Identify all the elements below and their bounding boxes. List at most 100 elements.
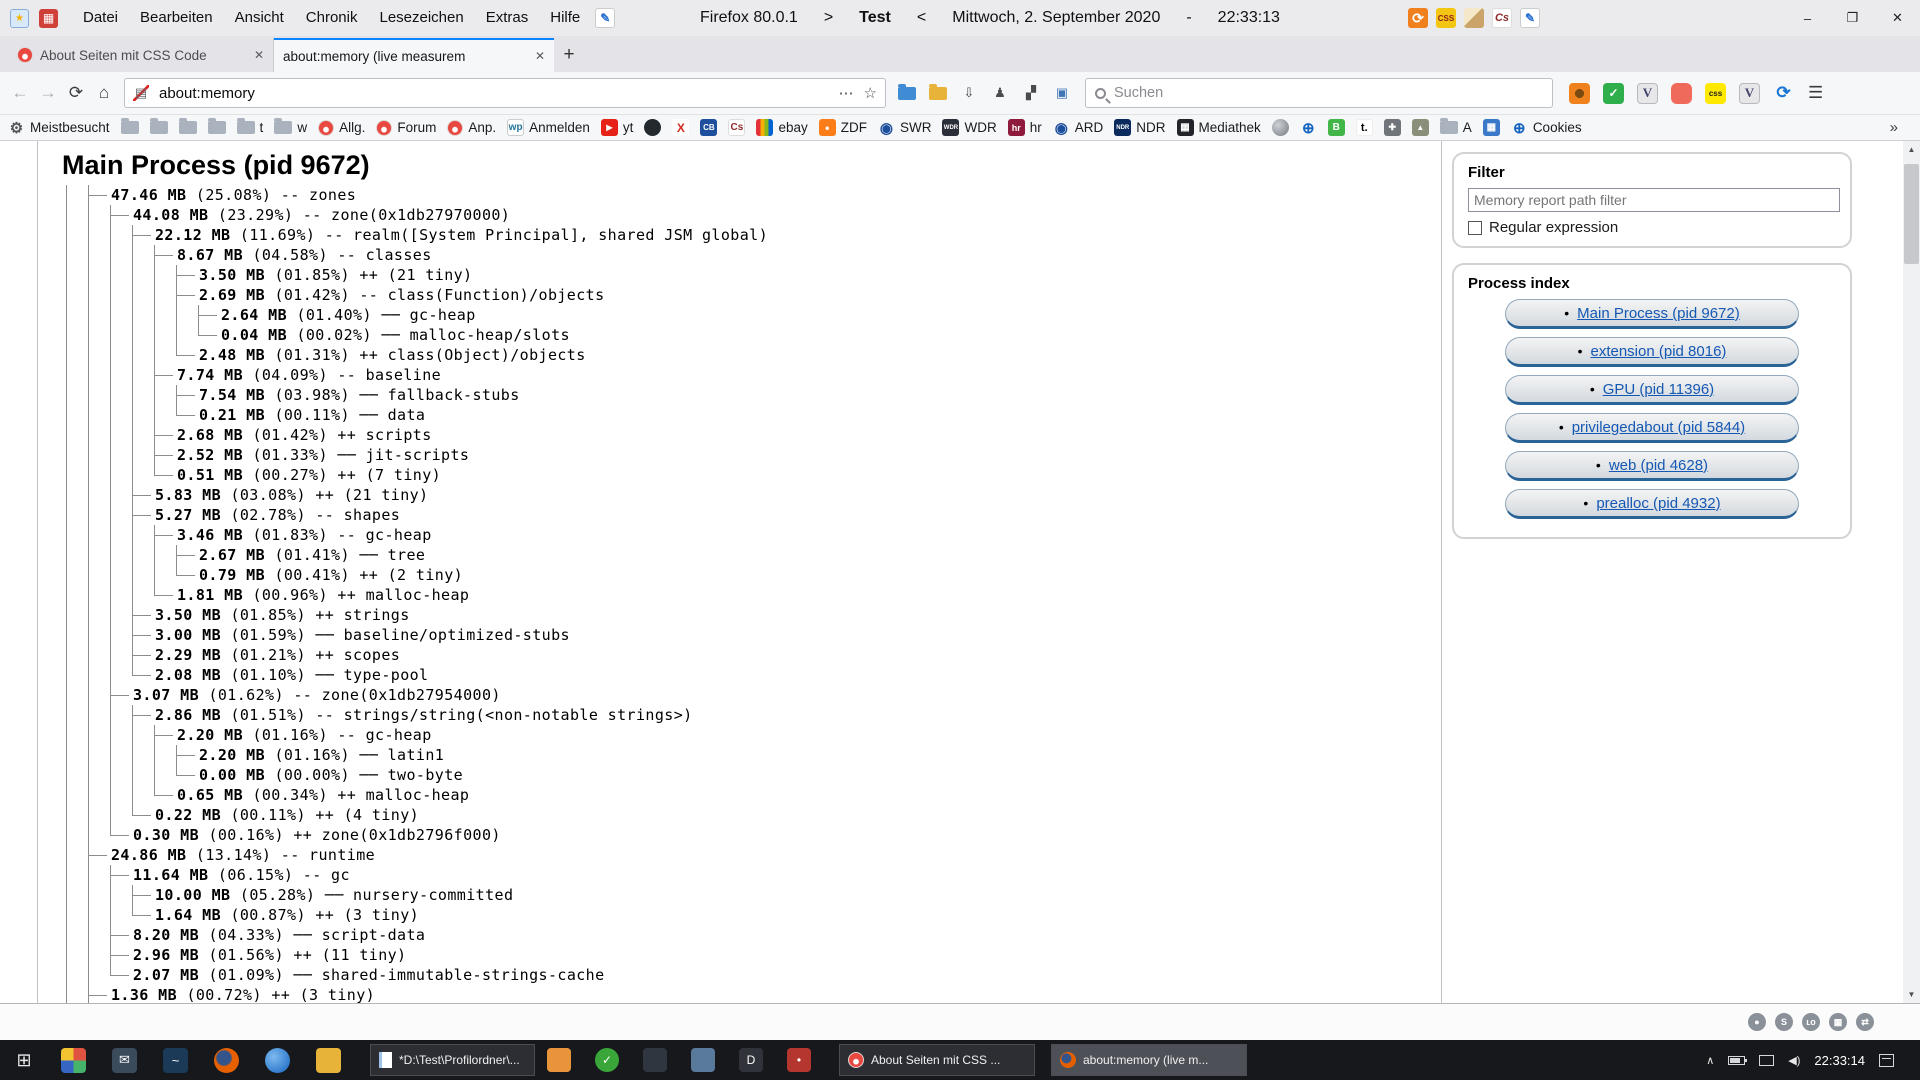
memory-tree-row[interactable]: 2.20 MB (01.16%) -- gc-heap (63, 725, 1441, 745)
bookmark-WDR[interactable]: WDRWDR (942, 119, 996, 136)
bookmark-colorzilla[interactable]: Cs (728, 119, 745, 136)
memory-tree-row[interactable]: 3.07 MB (01.62%) -- zone(0x1db27954000) (63, 685, 1441, 705)
bookmark-SWR[interactable]: ◉SWR (878, 119, 932, 136)
pink-icon[interactable] (1671, 83, 1692, 104)
page-scrollbar[interactable]: ▲ ▼ (1903, 141, 1920, 1003)
tab-close-icon[interactable]: ✕ (254, 48, 264, 62)
process-link[interactable]: privilegedabout (pid 5844) (1572, 419, 1745, 436)
bookmark-A[interactable]: A (1440, 120, 1472, 135)
bookmark-Meistbesucht[interactable]: ⚙Meistbesucht (8, 119, 110, 136)
restore-button[interactable]: ❐ (1830, 0, 1875, 36)
bookmark-table[interactable]: ▦ (1483, 119, 1500, 136)
bookmark-star-icon[interactable]: ☆ (864, 84, 877, 102)
bookmark-Cookies[interactable]: ⊕Cookies (1511, 119, 1582, 136)
memory-tree-row[interactable]: 22.12 MB (11.69%) -- realm([System Princ… (63, 225, 1441, 245)
search-bar[interactable]: Suchen (1085, 78, 1553, 108)
taskbar-clock[interactable]: 22:33:14 (1814, 1053, 1865, 1068)
lo-icon[interactable]: ʟᴏ (1802, 1013, 1820, 1031)
addon-icon[interactable]: ♟ (989, 82, 1011, 104)
memory-tree-row[interactable]: 0.30 MB (00.16%) ++ zone(0x1db2796f000) (63, 825, 1441, 845)
menu-datei[interactable]: Datei (72, 0, 129, 36)
memory-tree-row[interactable]: 0.51 MB (00.27%) ++ (7 tiny) (63, 465, 1441, 485)
bookmark-ARD[interactable]: ◉ARD (1053, 119, 1104, 136)
hidden-icons-chevron[interactable]: ∧ (1706, 1054, 1714, 1067)
resize-icon[interactable]: ⇄ (1856, 1013, 1874, 1031)
menu-ansicht[interactable]: Ansicht (224, 0, 295, 36)
steel-app-icon[interactable] (691, 1048, 715, 1072)
blue-sphere-icon[interactable] (265, 1048, 290, 1073)
battery-icon[interactable] (1728, 1056, 1745, 1065)
scroll-down-icon[interactable]: ▼ (1903, 986, 1920, 1003)
memory-tree-row[interactable]: 2.69 MB (01.42%) -- class(Function)/obje… (63, 285, 1441, 305)
process-link[interactable]: extension (pid 8016) (1590, 343, 1726, 360)
menu-bearbeiten[interactable]: Bearbeiten (129, 0, 224, 36)
bookmark-Forum[interactable]: Forum (376, 120, 436, 136)
dark-app-icon[interactable] (643, 1048, 667, 1072)
process-link-button[interactable]: •GPU (pid 11396) (1505, 375, 1799, 405)
memory-tree-row[interactable]: 3.50 MB (01.85%) ++ strings (63, 605, 1441, 625)
reload-icon[interactable]: ⟳ (62, 79, 90, 107)
memory-tree-row[interactable]: 44.08 MB (23.29%) -- zone(0x1db27970000) (63, 205, 1441, 225)
memory-tree-row[interactable]: 5.83 MB (03.08%) ++ (21 tiny) (63, 485, 1441, 505)
memory-tree-row[interactable]: 2.68 MB (01.42%) ++ scripts (63, 425, 1441, 445)
memory-tree-row[interactable]: 2.29 MB (01.21%) ++ scopes (63, 645, 1441, 665)
memory-tree-row[interactable]: 0.22 MB (00.11%) ++ (4 tiny) (63, 805, 1441, 825)
memory-tree-row[interactable]: 11.64 MB (06.15%) -- gc (63, 865, 1441, 885)
orange-app-icon[interactable] (547, 1048, 571, 1072)
thunderbird-icon[interactable]: ~ (163, 1048, 188, 1073)
menu-chronik[interactable]: Chronik (295, 0, 369, 36)
url-text[interactable]: about:memory (159, 85, 839, 102)
bookmark-NDR[interactable]: NDRNDR (1114, 119, 1165, 136)
window-icon[interactable]: ▣ (1051, 82, 1073, 104)
bookmark-sphere[interactable] (1272, 119, 1289, 136)
memory-tree-row[interactable]: 1.81 MB (00.96%) ++ malloc-heap (63, 585, 1441, 605)
taskbar-window-1[interactable]: *D:\Test\Profilordner\... (370, 1044, 535, 1076)
bookmark-Allg.[interactable]: Allg. (318, 120, 365, 136)
s-icon[interactable]: S (1775, 1013, 1793, 1031)
action-center-icon[interactable] (1879, 1054, 1894, 1067)
memory-tree-row[interactable]: 8.67 MB (04.58%) -- classes (63, 245, 1441, 265)
bookmark-folder[interactable] (208, 121, 226, 134)
new-tab-button[interactable]: + (554, 38, 584, 72)
process-link-button[interactable]: •extension (pid 8016) (1505, 337, 1799, 367)
mail-icon[interactable]: ✉ (112, 1048, 137, 1073)
scrollbar-thumb[interactable] (1904, 164, 1919, 264)
bookmark-Anmelden[interactable]: wpAnmelden (507, 119, 590, 136)
menu-lesezeichen[interactable]: Lesezeichen (368, 0, 474, 36)
session-grid-icon[interactable]: ▦ (39, 9, 58, 28)
notes-icon[interactable]: ✎ (595, 8, 615, 28)
bookmarks-overflow-icon[interactable]: » (1890, 119, 1898, 136)
taskbar-window-2[interactable]: About Seiten mit CSS ... (839, 1044, 1035, 1076)
firefox-icon[interactable] (214, 1048, 239, 1073)
memory-tree-row[interactable]: 3.50 MB (01.85%) ++ (21 tiny) (63, 265, 1441, 285)
filter-input[interactable] (1468, 188, 1840, 212)
close-button[interactable]: ✕ (1875, 0, 1920, 36)
process-link[interactable]: Main Process (pid 9672) (1577, 305, 1740, 322)
grid-icon[interactable]: ▦ (1829, 1013, 1847, 1031)
bookmark-Anp.[interactable]: Anp. (447, 120, 496, 136)
bookmark-globe[interactable]: ⊕ (1300, 119, 1317, 136)
start-button-icon[interactable]: ⊞ (0, 1040, 48, 1080)
memory-tree-row[interactable]: 2.86 MB (01.51%) -- strings/string(<non-… (63, 705, 1441, 725)
scroll-up-icon[interactable]: ▲ (1903, 141, 1920, 158)
check-green-icon[interactable]: ✓ (1603, 83, 1624, 104)
memory-tree-row[interactable]: 1.36 MB (00.72%) ++ (3 tiny) (63, 985, 1441, 1003)
memory-tree-row[interactable]: 24.86 MB (13.14%) -- runtime (63, 845, 1441, 865)
menu-icon[interactable]: ☰ (1808, 83, 1823, 103)
bookmark-cb-blue[interactable]: CB (700, 119, 717, 136)
green-check-app-icon[interactable]: ✓ (595, 1048, 619, 1072)
process-link[interactable]: prealloc (pid 4932) (1596, 495, 1720, 512)
red-app-icon[interactable]: • (787, 1048, 811, 1072)
notes-icon[interactable]: ✎ (1520, 8, 1540, 28)
tab-close-icon[interactable]: ✕ (535, 49, 545, 63)
memory-tree-row[interactable]: 2.48 MB (01.31%) ++ class(Object)/object… (63, 345, 1441, 365)
v-grey-icon[interactable]: V (1637, 83, 1658, 104)
page-actions-icon[interactable]: ⋯ (839, 84, 854, 102)
process-link-button[interactable]: •Main Process (pid 9672) (1505, 299, 1799, 329)
bookmark-b-green[interactable]: B (1328, 119, 1345, 136)
sphere-icon[interactable]: ● (1748, 1013, 1766, 1031)
bookmark-puzzle[interactable]: ✚ (1384, 119, 1401, 136)
d-app-icon[interactable]: D (739, 1048, 763, 1072)
folder-blue-icon[interactable] (896, 82, 918, 104)
colorzilla-icon[interactable]: Cs (1492, 8, 1512, 28)
